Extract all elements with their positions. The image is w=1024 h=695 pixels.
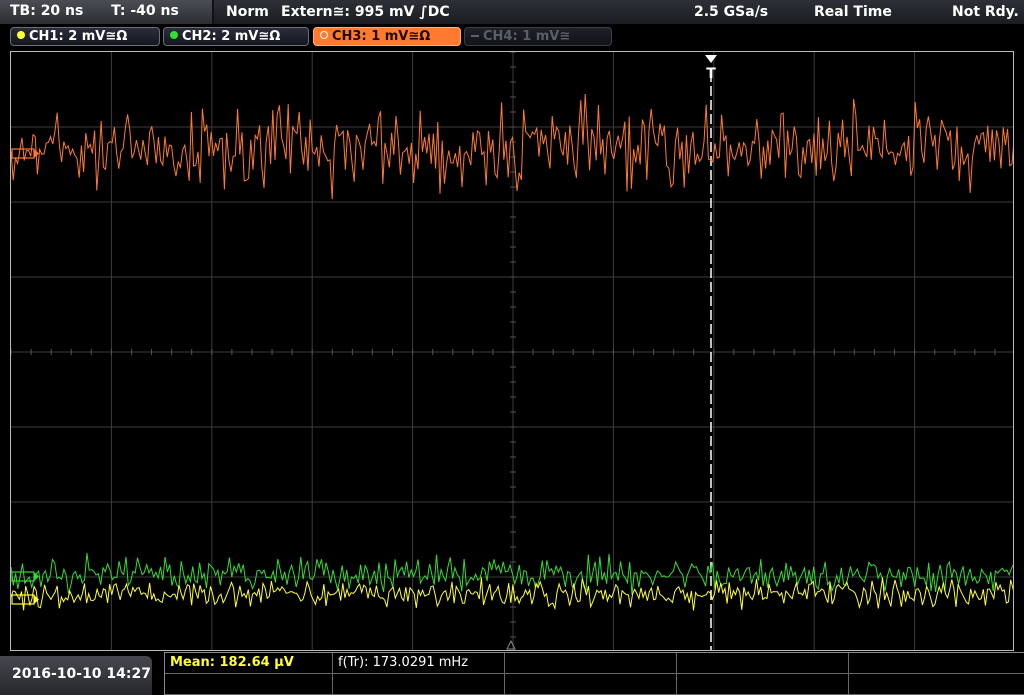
trigger-mode-label[interactable]: Norm (226, 4, 269, 20)
channel-1-offset-marker-icon (11, 594, 39, 605)
trigger-offset-label: T: -40 ns (111, 3, 179, 19)
sample-rate-label: 2.5 GSa/s (694, 4, 769, 20)
waveform-display[interactable]: T (10, 51, 1014, 651)
measurement-cell-empty (505, 653, 677, 674)
mean-measurement: Mean: 182.64 µV (165, 653, 333, 674)
footer-bar: 2016-10-10 14:27 Mean: 182.64 µV f(Tr): … (0, 652, 1024, 695)
trigger-offset-icon (506, 639, 516, 650)
measurement-cell-empty (849, 653, 1024, 674)
channel-4-button[interactable]: CH4: 1 mV≅ (464, 27, 612, 46)
acquisition-mode-label[interactable]: Real Time (814, 4, 892, 20)
trigger-source-label[interactable]: Extern≅: 995 mV ∫DC (281, 4, 450, 20)
measurement-cell-empty (505, 674, 677, 695)
channel-2-label: CH2: 2 mV≅Ω (182, 29, 281, 44)
timebase-label: TB: 20 ns (10, 3, 84, 19)
trigger-position-icon (705, 55, 717, 63)
measurement-cell-empty (333, 674, 505, 695)
channel-bar: CH1: 2 mV≅Ω CH2: 2 mV≅Ω CH3: 1 mV≅Ω CH4:… (0, 24, 1024, 50)
measurement-cell-empty (849, 674, 1024, 695)
frequency-measurement: f(Tr): 173.0291 mHz (333, 653, 505, 674)
acquisition-state-label: Not Rdy. (952, 4, 1019, 20)
measurement-cell-empty (165, 674, 333, 695)
channel-2-button[interactable]: CH2: 2 mV≅Ω (163, 27, 309, 46)
channel-2-dot-icon (170, 31, 178, 39)
channel-1-button[interactable]: CH1: 2 mV≅Ω (10, 27, 160, 46)
timebase-box[interactable]: TB: 20 ns T: -40 ns (0, 0, 214, 24)
channel-1-label: CH1: 2 mV≅Ω (29, 29, 128, 44)
channel-4-dot-icon (471, 35, 479, 37)
channel-3-label: CH3: 1 mV≅Ω (332, 29, 431, 44)
waveform-canvas: T (11, 52, 1013, 650)
measurement-cell-empty (677, 653, 849, 674)
channel-3-dot-icon (320, 31, 328, 39)
channel-1-dot-icon (17, 31, 25, 39)
channel-3-button[interactable]: CH3: 1 mV≅Ω (313, 27, 461, 46)
measurement-cell-empty (677, 674, 849, 695)
status-bar: TB: 20 ns T: -40 ns Norm Extern≅: 995 mV… (0, 0, 1024, 25)
datetime-box[interactable]: 2016-10-10 14:27 (0, 656, 152, 695)
measurement-table[interactable]: Mean: 182.64 µV f(Tr): 173.0291 mHz (164, 652, 1024, 695)
datetime-label: 2016-10-10 14:27 (12, 666, 151, 682)
trigger-marker-label: T (706, 66, 716, 82)
channel-4-label: CH4: 1 mV≅ (483, 29, 571, 44)
